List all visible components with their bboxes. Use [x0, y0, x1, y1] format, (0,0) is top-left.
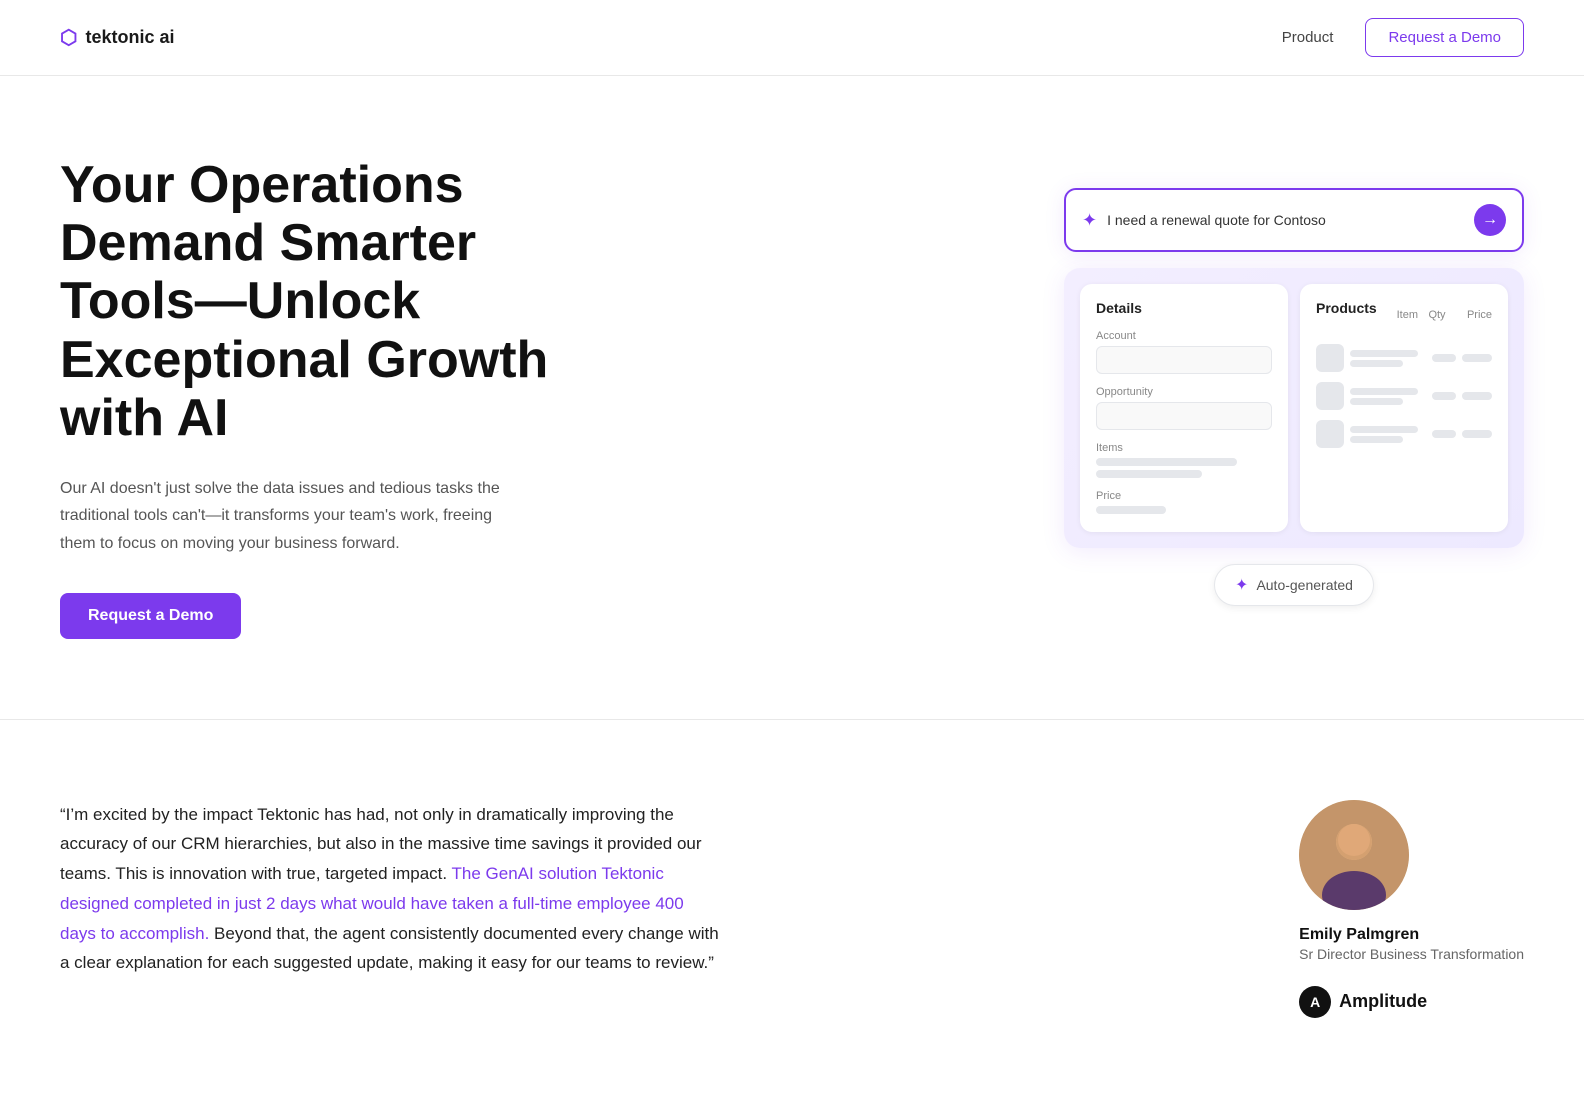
- details-panel: Details Account Opportunity Items Price: [1080, 284, 1288, 532]
- logo[interactable]: ⬡ tektonic ai: [60, 25, 175, 50]
- hero-section: Your Operations Demand Smarter Tools—Unl…: [0, 76, 1584, 719]
- product-bar-3b: [1350, 436, 1403, 443]
- auto-sparkle-icon: ✦: [1235, 575, 1248, 595]
- person-title: Sr Director Business Transformation: [1299, 946, 1524, 962]
- product-bar-2a: [1350, 388, 1418, 395]
- products-panel-title: Products: [1316, 300, 1377, 316]
- product-row-1: [1316, 344, 1492, 372]
- col-price-label: Price: [1456, 309, 1492, 321]
- demo-panels: Details Account Opportunity Items Price …: [1064, 268, 1524, 548]
- testimonial-person: Emily Palmgren Sr Director Business Tran…: [1299, 800, 1524, 1018]
- hero-cta-button[interactable]: Request a Demo: [60, 593, 241, 639]
- avatar-svg: [1299, 800, 1409, 910]
- product-row-2: [1316, 382, 1492, 410]
- company-name: Amplitude: [1339, 991, 1427, 1012]
- products-cols: Item Qty Price: [1397, 309, 1492, 321]
- field-account-label: Account: [1096, 330, 1272, 342]
- product-row-3: [1316, 420, 1492, 448]
- product-bars-1: [1350, 350, 1426, 367]
- field-price-label: Price: [1096, 490, 1272, 502]
- testimonial-quote: “I’m excited by the impact Tektonic has …: [60, 800, 720, 979]
- product-icon-1: [1316, 344, 1344, 372]
- person-name: Emily Palmgren: [1299, 926, 1524, 944]
- product-qty-2: [1432, 392, 1456, 400]
- auto-generated-label: Auto-generated: [1256, 577, 1353, 593]
- product-bar-1b: [1350, 360, 1403, 367]
- demo-search-left: ✦ I need a renewal quote for Contoso: [1082, 210, 1326, 231]
- avatar: [1299, 800, 1409, 910]
- navigation: ⬡ tektonic ai Product Request a Demo: [0, 0, 1584, 76]
- product-qty-3: [1432, 430, 1456, 438]
- product-bar-2b: [1350, 398, 1403, 405]
- details-panel-title: Details: [1096, 300, 1272, 316]
- testimonial-section: “I’m excited by the impact Tektonic has …: [0, 720, 1584, 1098]
- field-items-bar2: [1096, 470, 1202, 478]
- product-price-1: [1462, 354, 1492, 362]
- hero-title: Your Operations Demand Smarter Tools—Unl…: [60, 156, 580, 447]
- sparkle-icon: ✦: [1082, 210, 1097, 231]
- product-bars-2: [1350, 388, 1426, 405]
- product-bars-3: [1350, 426, 1426, 443]
- product-icon-2: [1316, 382, 1344, 410]
- person-info: Emily Palmgren Sr Director Business Tran…: [1299, 926, 1524, 962]
- logo-text: tektonic ai: [85, 27, 174, 48]
- products-panel: Products Item Qty Price: [1300, 284, 1508, 532]
- hero-content: Your Operations Demand Smarter Tools—Unl…: [60, 156, 580, 639]
- testimonial-content: “I’m excited by the impact Tektonic has …: [60, 800, 720, 979]
- nav-product-link[interactable]: Product: [1282, 29, 1334, 46]
- product-price-2: [1462, 392, 1492, 400]
- logo-icon: ⬡: [60, 25, 77, 50]
- product-icon-3: [1316, 420, 1344, 448]
- company-icon: A: [1299, 986, 1331, 1018]
- auto-generated-badge: ✦ Auto-generated: [1214, 564, 1374, 606]
- product-price-3: [1462, 430, 1492, 438]
- demo-search-bar: ✦ I need a renewal quote for Contoso →: [1064, 188, 1524, 252]
- field-items-label: Items: [1096, 442, 1272, 454]
- demo-card: ✦ I need a renewal quote for Contoso → D…: [1064, 188, 1524, 606]
- nav-links: Product Request a Demo: [1282, 18, 1524, 57]
- field-opportunity-label: Opportunity: [1096, 386, 1272, 398]
- demo-search-text: I need a renewal quote for Contoso: [1107, 212, 1326, 228]
- demo-search-arrow[interactable]: →: [1474, 204, 1506, 236]
- field-price-bar: [1096, 506, 1166, 514]
- product-bar-3a: [1350, 426, 1418, 433]
- field-opportunity-input: [1096, 402, 1272, 430]
- hero-description: Our AI doesn't just solve the data issue…: [60, 475, 520, 557]
- products-header: Products Item Qty Price: [1316, 300, 1492, 330]
- nav-cta-button[interactable]: Request a Demo: [1365, 18, 1524, 57]
- col-item-label: Item: [1397, 309, 1418, 321]
- product-bar-1a: [1350, 350, 1418, 357]
- field-account-input: [1096, 346, 1272, 374]
- product-qty-1: [1432, 354, 1456, 362]
- company-logo: A Amplitude: [1299, 986, 1427, 1018]
- field-items-bar1: [1096, 458, 1237, 466]
- col-qty-label: Qty: [1422, 309, 1452, 321]
